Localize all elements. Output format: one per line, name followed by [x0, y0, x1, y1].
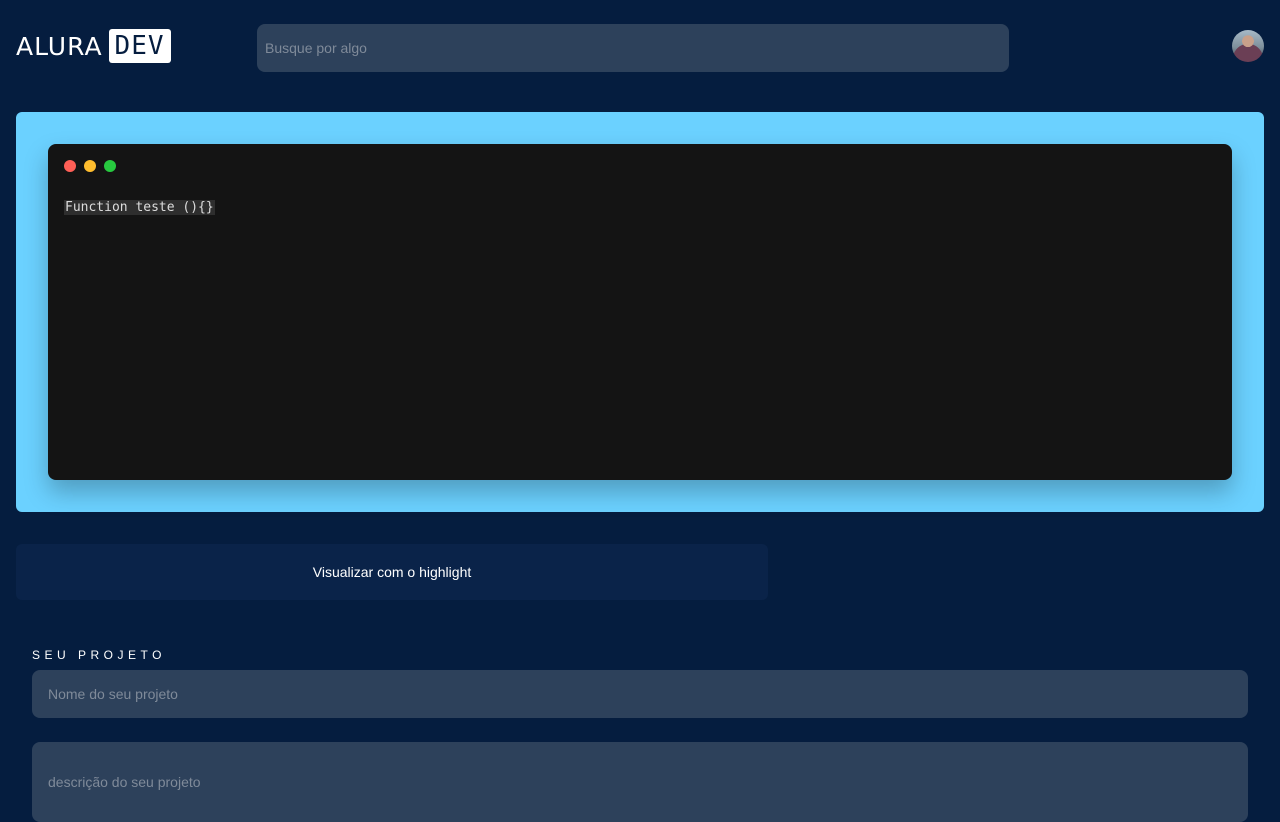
logo-badge: DEV [108, 29, 171, 63]
project-name-input[interactable] [32, 670, 1248, 718]
code-text[interactable]: Function teste (){} [64, 200, 215, 215]
window-close-dot-icon [64, 160, 76, 172]
window-minimize-dot-icon [84, 160, 96, 172]
project-section-title: SEU PROJETO [32, 648, 166, 662]
top-bar: ALURA DEV [0, 0, 1280, 96]
window-maximize-dot-icon [104, 160, 116, 172]
view-highlight-button[interactable]: Visualizar com o highlight [16, 544, 768, 600]
search-input[interactable] [257, 24, 1009, 72]
user-avatar[interactable] [1232, 30, 1264, 62]
code-editor-frame: Function teste (){} [16, 112, 1264, 512]
alura-dev-logo[interactable]: ALURA DEV [16, 29, 171, 63]
logo-text: ALURA [16, 31, 103, 61]
project-description-input[interactable] [32, 742, 1248, 822]
code-editor[interactable]: Function teste (){} [48, 144, 1232, 480]
